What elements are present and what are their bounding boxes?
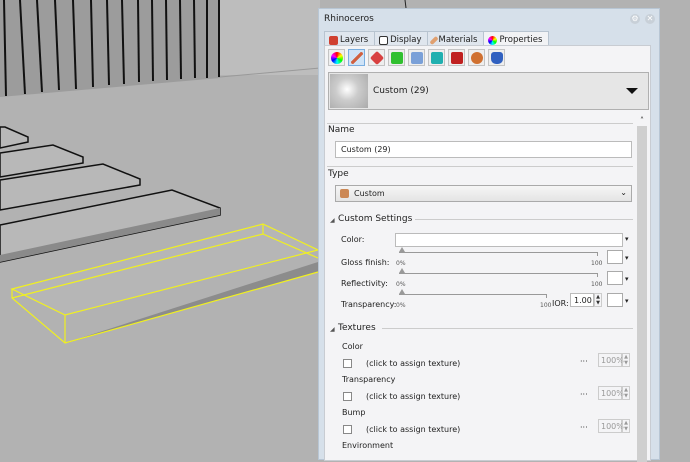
gloss-slider[interactable] — [399, 252, 598, 256]
display-icon — [379, 35, 389, 45]
settings-icon[interactable]: ⚙ — [630, 14, 640, 24]
dropdown-arrow-icon[interactable] — [626, 88, 638, 94]
gloss-color-swatch[interactable] — [607, 250, 623, 264]
transparency-color-swatch[interactable] — [607, 293, 623, 307]
displacement-icon — [470, 51, 483, 64]
object-properties-button[interactable] — [328, 49, 345, 66]
property-page-icons — [328, 49, 505, 66]
reflectivity-label: Reflectivity: — [341, 279, 388, 288]
gloss-label: Gloss finish: — [341, 258, 390, 267]
texture-transparency-label: Transparency — [342, 375, 396, 384]
texture-transparency-assign[interactable]: (click to assign texture) — [366, 392, 460, 401]
texture-transparency-amount[interactable]: 100% — [598, 386, 624, 400]
scroll-up-icon[interactable]: ˄ — [637, 116, 647, 126]
color-label: Color: — [341, 235, 365, 244]
texture-color-checkbox[interactable] — [343, 359, 352, 368]
name-input[interactable]: Custom (29) — [335, 141, 632, 158]
tab-display[interactable]: Display — [374, 31, 429, 46]
name-heading: Name — [328, 125, 355, 135]
collapse-icon[interactable]: ◢ — [330, 217, 335, 224]
layers-icon — [329, 35, 338, 45]
texture-transparency-checkbox[interactable] — [343, 392, 352, 401]
displacement-button[interactable] — [468, 49, 485, 66]
texture-mapping-button[interactable] — [388, 49, 405, 66]
panel-tabs: Layers Display Materials Properties — [324, 31, 550, 46]
close-icon[interactable]: ✕ — [645, 14, 655, 24]
reflectivity-slider[interactable] — [399, 273, 598, 277]
object-icon — [330, 51, 343, 64]
texture-bump-more-button[interactable]: ··· — [580, 423, 588, 432]
gloss-slider-thumb[interactable] — [399, 247, 405, 252]
reflectivity-min: 0% — [396, 281, 406, 288]
texture-bump-spinner[interactable]: ▲ ▼ — [622, 419, 630, 433]
decal-icon — [369, 50, 384, 65]
material-properties-button[interactable] — [348, 49, 365, 66]
texture-color-assign[interactable]: (click to assign texture) — [366, 359, 460, 368]
tab-properties[interactable]: Properties — [483, 31, 550, 46]
material-name: Custom (29) — [373, 86, 429, 96]
custom-settings-heading: Custom Settings — [338, 214, 413, 224]
material-settings: Name Custom (29) Type Custom ⌄ ◢ Custom S… — [325, 113, 635, 462]
shadows-icon — [410, 51, 423, 64]
panel-title: Rhinoceros — [324, 14, 374, 24]
texture-mapping-icon — [390, 51, 403, 64]
render-mesh-button[interactable] — [428, 49, 445, 66]
vertical-scrollbar[interactable]: ˄ — [637, 116, 647, 462]
thickness-icon — [490, 51, 503, 64]
chevron-down-icon: ⌄ — [620, 188, 627, 197]
texture-color-spinner[interactable]: ▲ ▼ — [622, 353, 630, 367]
tab-layers[interactable]: Layers — [324, 31, 376, 46]
material-icon — [350, 51, 363, 64]
gloss-min: 0% — [396, 260, 406, 267]
transparency-dropdown-icon[interactable]: ▾ — [625, 297, 629, 305]
ior-label: IOR: — [552, 299, 569, 308]
render-mesh-icon — [430, 51, 443, 64]
type-select[interactable]: Custom ⌄ — [335, 185, 632, 202]
texture-transparency-more-button[interactable]: ··· — [580, 390, 588, 399]
reflectivity-dropdown-icon[interactable]: ▾ — [625, 275, 629, 283]
properties-icon — [488, 35, 498, 45]
transparency-slider-thumb[interactable] — [399, 289, 405, 294]
color-swatch-button[interactable] — [395, 233, 623, 247]
gloss-dropdown-icon[interactable]: ▾ — [625, 254, 629, 262]
material-selector[interactable]: Custom (29) — [328, 72, 649, 110]
textures-heading: Textures — [338, 323, 376, 333]
decal-button[interactable] — [368, 49, 385, 66]
type-heading: Type — [328, 169, 349, 179]
ior-spinner[interactable]: ▲ ▼ — [594, 293, 602, 307]
transparency-min: 0% — [396, 302, 406, 309]
tab-materials[interactable]: Materials — [427, 31, 485, 46]
texture-bump-label: Bump — [342, 408, 366, 417]
thickness-button[interactable] — [488, 49, 505, 66]
texture-transparency-spinner[interactable]: ▲ ▼ — [622, 386, 630, 400]
texture-bump-amount[interactable]: 100% — [598, 419, 624, 433]
gloss-max: 100 — [591, 260, 603, 267]
reflectivity-slider-thumb[interactable] — [399, 268, 405, 273]
reflectivity-max: 100 — [591, 281, 603, 288]
texture-environment-label: Environment — [342, 441, 394, 450]
texture-color-more-button[interactable]: ··· — [580, 357, 588, 366]
texture-color-label: Color — [342, 342, 363, 351]
material-preview-thumbnail — [330, 74, 368, 108]
texture-bump-checkbox[interactable] — [343, 425, 352, 434]
curve-piping-button[interactable] — [448, 49, 465, 66]
transparency-label: Transparency: — [341, 300, 397, 309]
reflectivity-color-swatch[interactable] — [607, 271, 623, 285]
properties-panel: Rhinoceros ⚙ ✕ Layers Display Materials … — [318, 8, 660, 462]
shadows-button[interactable] — [408, 49, 425, 66]
custom-material-icon — [340, 189, 349, 198]
transparency-slider[interactable] — [399, 294, 547, 298]
texture-color-amount[interactable]: 100% — [598, 353, 624, 367]
collapse-icon[interactable]: ◢ — [330, 326, 335, 333]
color-dropdown-icon[interactable]: ▾ — [625, 235, 629, 243]
curve-piping-icon — [450, 51, 463, 64]
ior-input[interactable]: 1.00 — [570, 293, 594, 307]
transparency-max: 100 — [540, 302, 552, 309]
texture-bump-assign[interactable]: (click to assign texture) — [366, 425, 460, 434]
